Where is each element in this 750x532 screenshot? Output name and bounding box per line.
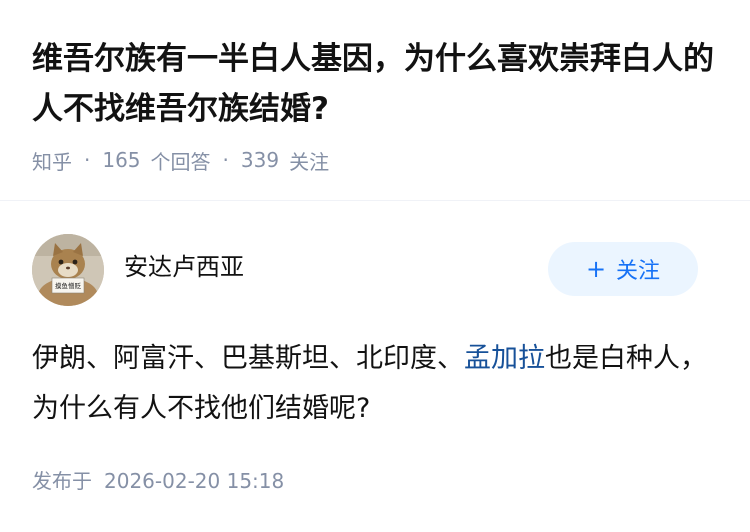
section-divider bbox=[0, 200, 750, 201]
question-meta: 知乎 · 165 个回答 · 339 关注 bbox=[32, 144, 329, 176]
answer-count: 165 bbox=[102, 148, 141, 172]
avatar[interactable]: 摸鱼憎贬 bbox=[32, 234, 104, 306]
meta-separator-2: · bbox=[222, 148, 229, 172]
cat-avatar-icon: 摸鱼憎贬 bbox=[32, 234, 104, 306]
follower-count: 339 bbox=[240, 148, 280, 172]
follow-button[interactable]: + 关注 bbox=[548, 242, 698, 296]
plus-icon: + bbox=[585, 255, 607, 283]
published-timestamp: 2026-02-20 15:18 bbox=[104, 469, 285, 493]
author-name[interactable]: 安达卢西亚 bbox=[124, 250, 244, 284]
follow-button-label: 关注 bbox=[616, 259, 661, 284]
source-label[interactable]: 知乎 bbox=[32, 146, 72, 175]
answer-author: 摸鱼憎贬 安达卢西亚 + 关注 bbox=[32, 234, 718, 306]
follower-count-label[interactable]: 关注 bbox=[289, 146, 329, 175]
answer-content: 伊朗、阿富汗、巴基斯坦、北印度、孟加拉也是白种人，为什么有人不找他们结婚呢? bbox=[32, 334, 712, 434]
content-text-before: 伊朗、阿富汗、巴基斯坦、北印度、 bbox=[32, 343, 464, 374]
published-time: 发布于 2026-02-20 15:18 bbox=[32, 464, 284, 498]
meta-separator: · bbox=[84, 148, 91, 172]
answer-count-label[interactable]: 个回答 bbox=[151, 146, 211, 175]
content-link[interactable]: 孟加拉 bbox=[464, 343, 545, 374]
avatar-sign-text: 摸鱼憎贬 bbox=[55, 281, 82, 290]
question-title[interactable]: 维吾尔族有一半白人基因，为什么喜欢崇拜白人的人不找维吾尔族结婚? bbox=[32, 34, 722, 134]
question-header: 维吾尔族有一半白人基因，为什么喜欢崇拜白人的人不找维吾尔族结婚? 知乎 · 16… bbox=[0, 0, 750, 200]
published-label: 发布于 bbox=[32, 469, 92, 493]
